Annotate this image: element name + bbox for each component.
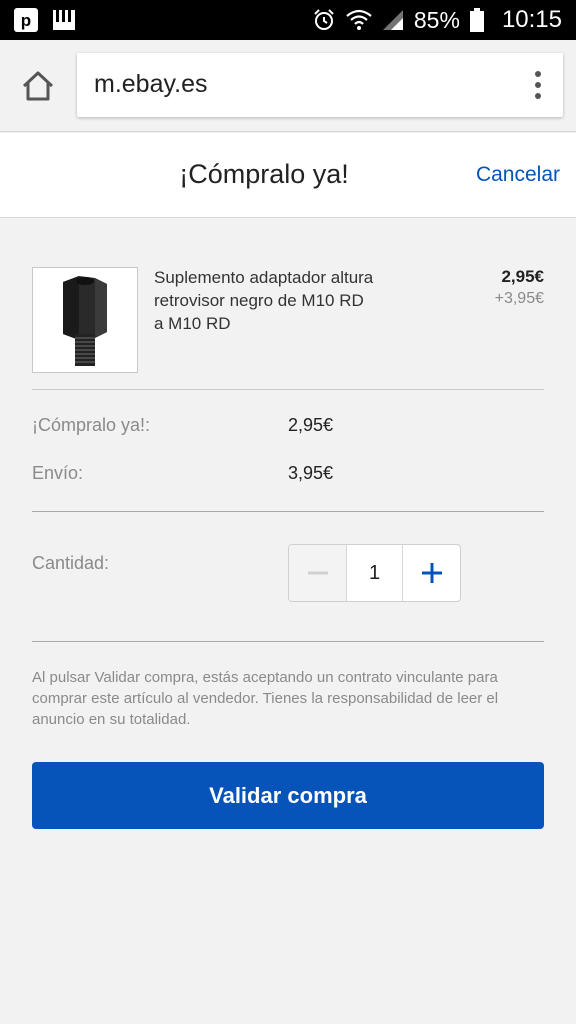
- item-shipping-cost: +3,95€: [494, 290, 544, 307]
- battery-percent: 85%: [413, 6, 460, 33]
- increase-quantity-button[interactable]: [402, 545, 460, 601]
- home-button[interactable]: [20, 68, 56, 104]
- checkout-header: ¡Cómpralo ya! Cancelar: [0, 133, 576, 218]
- shipping-value: 3,95€: [288, 463, 334, 483]
- buy-now-label: ¡Cómpralo ya!:: [32, 415, 151, 435]
- piano-notification-icon: [53, 10, 75, 30]
- wifi-icon: [346, 9, 372, 30]
- quantity-value[interactable]: 1: [347, 545, 402, 601]
- alarm-icon: [314, 9, 334, 30]
- browser-menu-button[interactable]: [533, 71, 543, 101]
- divider: [32, 511, 544, 512]
- shipping-label: Envío:: [32, 463, 84, 483]
- address-bar[interactable]: m.ebay.es: [77, 53, 563, 117]
- status-bar-notifications: p: [14, 8, 76, 32]
- quantity-stepper: 1: [288, 544, 461, 602]
- home-icon: [22, 71, 54, 101]
- decrease-quantity-button[interactable]: [289, 545, 347, 601]
- more-vert-icon: [535, 71, 541, 77]
- buy-now-value: 2,95€: [288, 415, 334, 435]
- quantity-label: Cantidad:: [32, 553, 110, 573]
- status-bar-system: 85% 10:15: [312, 0, 562, 40]
- clock: 10:15: [501, 6, 562, 33]
- page-title: ¡Cómpralo ya!: [179, 159, 349, 189]
- divider: [32, 389, 544, 390]
- minus-icon: [307, 571, 328, 575]
- item-title[interactable]: Suplemento adaptador altura retrovisor n…: [154, 266, 374, 335]
- app-notification-icon: p: [14, 8, 38, 32]
- status-bar: p 85% 10:15: [0, 0, 576, 40]
- divider: [32, 641, 544, 642]
- item-thumbnail[interactable]: [32, 267, 138, 373]
- item-image: [63, 276, 107, 366]
- cancel-button[interactable]: Cancelar: [476, 163, 560, 187]
- browser-toolbar: m.ebay.es: [0, 40, 576, 132]
- url-text: m.ebay.es: [94, 70, 208, 98]
- plus-icon: [421, 563, 442, 583]
- legal-disclaimer: Al pulsar Validar compra, estás aceptand…: [32, 669, 499, 728]
- validate-purchase-button[interactable]: Validar compra: [32, 762, 544, 829]
- battery-icon: [469, 8, 484, 32]
- item-price: 2,95€: [501, 267, 544, 286]
- cell-signal-icon: [382, 10, 403, 30]
